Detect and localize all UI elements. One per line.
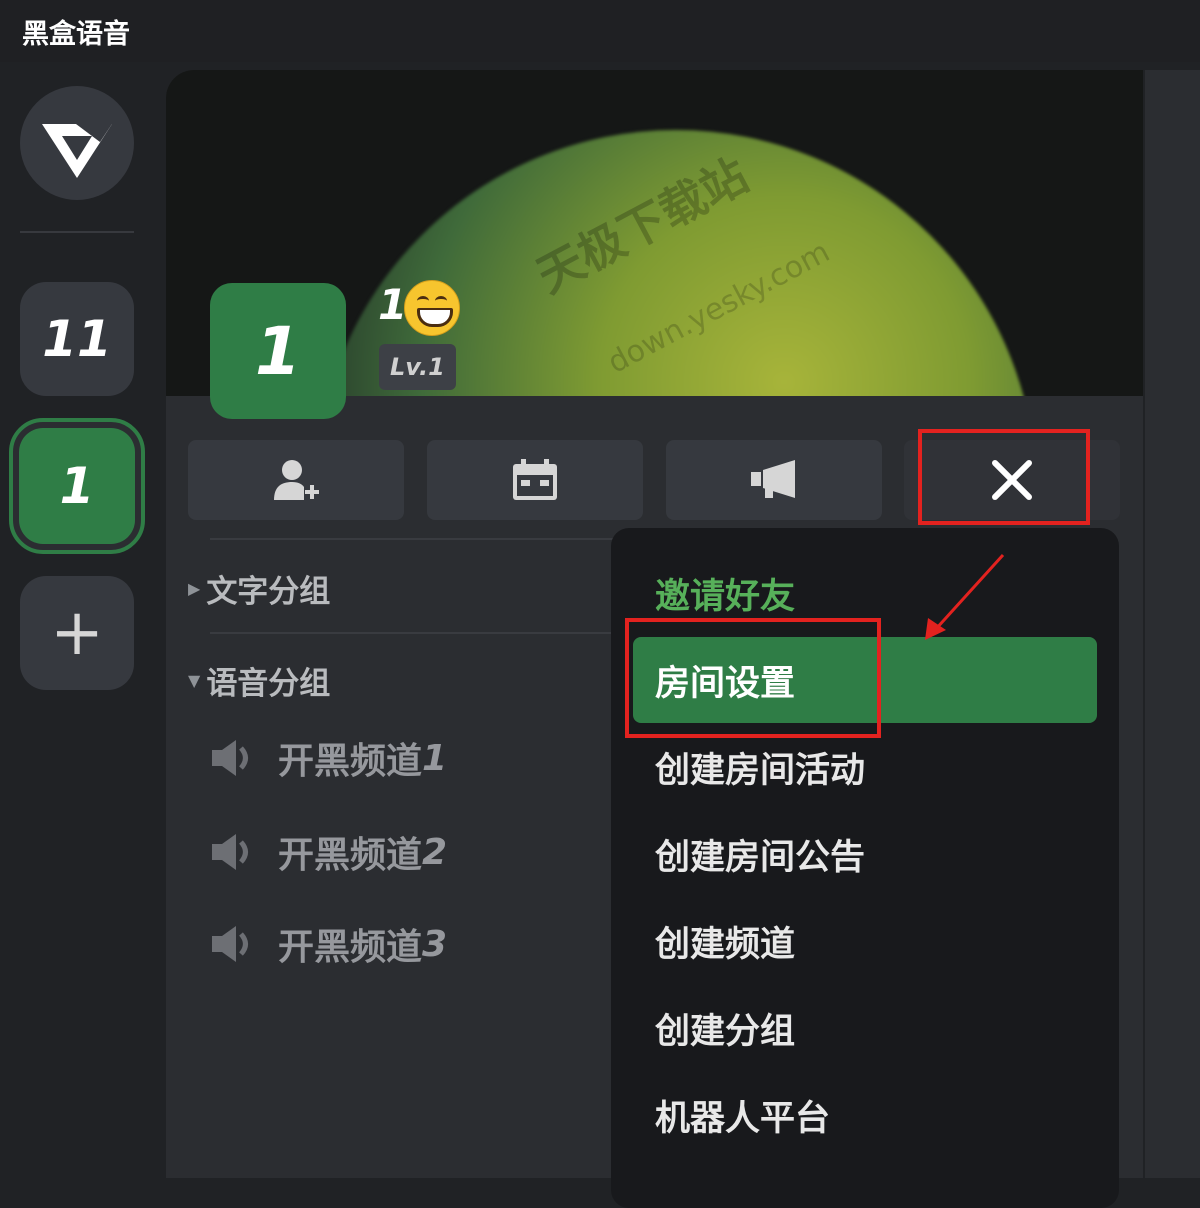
channel-name: 开黑频道 (278, 741, 423, 782)
menu-item-create-announcement[interactable]: 创建房间公告 (633, 811, 1097, 897)
voice-channel-1[interactable]: 开黑频道 1 (210, 732, 447, 784)
channel-number: 3 (422, 923, 448, 965)
voice-group-header[interactable]: ▼ 语音分组 (188, 658, 330, 703)
caret-right-icon: ▶ (188, 579, 201, 598)
menu-item-bot-platform[interactable]: 机器人平台 (633, 1072, 1097, 1158)
room-announcement-button[interactable] (666, 440, 882, 520)
divider (210, 632, 650, 634)
divider (210, 538, 650, 540)
menu-item-create-group[interactable]: 创建分组 (633, 985, 1097, 1071)
heybox-logo-icon (42, 124, 112, 178)
speaker-icon (212, 740, 248, 776)
caret-down-icon: ▼ (188, 671, 201, 690)
annotation-highlight-settings (625, 618, 881, 738)
add-user-icon (274, 460, 319, 500)
speaker-icon (212, 926, 248, 962)
text-group-header[interactable]: ▶ 文字分组 (188, 566, 330, 611)
menu-item-create-channel[interactable]: 创建频道 (633, 898, 1097, 984)
speaker-icon (212, 834, 248, 870)
voice-channel-3[interactable]: 开黑频道 3 (210, 918, 447, 970)
server-icon-1-label: 1 (19, 428, 135, 544)
room-level-badge: Lv.1 (379, 344, 456, 390)
add-server-button[interactable]: + (20, 576, 134, 690)
right-panel-edge (1143, 70, 1200, 1178)
grinning-emoji-icon (404, 280, 460, 336)
title-bar: 黑盒语音 (0, 0, 1200, 62)
channel-name: 开黑频道 (278, 835, 423, 876)
server-icon-11[interactable]: 11 (20, 282, 134, 396)
megaphone-icon (751, 460, 795, 498)
channel-name: 开黑频道 (278, 927, 423, 968)
room-avatar[interactable]: 1 (210, 283, 346, 419)
home-logo-button[interactable] (20, 86, 134, 200)
invite-friend-button[interactable] (188, 440, 404, 520)
annotation-highlight-close (918, 429, 1090, 525)
channel-number: 1 (422, 737, 448, 779)
text-group-label: 文字分组 (206, 574, 331, 610)
calendar-icon (513, 459, 557, 500)
channel-number: 2 (422, 831, 448, 873)
voice-channel-2[interactable]: 开黑频道 2 (210, 826, 447, 878)
room-name: 1 (378, 280, 408, 329)
rail-divider (20, 231, 134, 233)
server-icon-1-selected[interactable]: 1 (9, 418, 145, 554)
app-title: 黑盒语音 (22, 19, 130, 50)
voice-group-label: 语音分组 (206, 666, 331, 702)
room-activity-button[interactable] (427, 440, 643, 520)
